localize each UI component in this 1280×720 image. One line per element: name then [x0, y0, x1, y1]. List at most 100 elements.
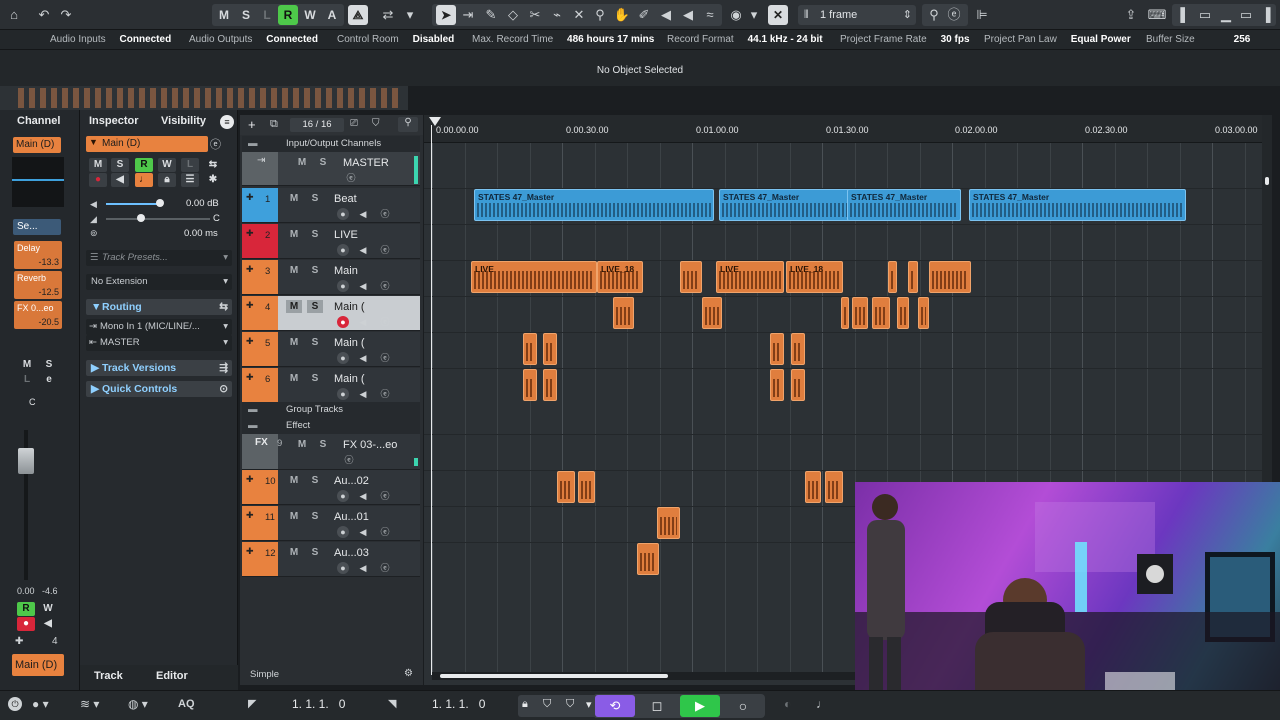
pan-knob[interactable] [137, 214, 145, 222]
audio-quantize[interactable]: AQ [178, 698, 195, 710]
folder-effect[interactable]: ▬ Effect [242, 418, 420, 434]
audio-event[interactable] [523, 333, 537, 365]
track-mute[interactable]: M [286, 372, 302, 385]
status-max-record-time[interactable]: Max. Record Time 486 hours 17 mins [472, 34, 654, 45]
volume-value[interactable]: 0.00 [17, 586, 35, 596]
record-enable-button[interactable]: ● [17, 617, 35, 631]
insert-delay[interactable]: Delay -13.3 [14, 241, 62, 269]
pencil-icon[interactable]: ✎ [481, 5, 501, 25]
inspector-pan[interactable]: C [213, 213, 220, 224]
audio-event[interactable] [770, 369, 784, 401]
track-solo[interactable]: S [315, 438, 331, 451]
punch-in-icon[interactable]: ⛉ [543, 698, 551, 711]
track-name[interactable]: Au...02 [334, 475, 369, 487]
audio-event[interactable] [523, 369, 537, 401]
folder-io-channels[interactable]: ▬ Input/Output Channels [242, 136, 420, 152]
punch-out-icon[interactable]: ⛉ [566, 698, 574, 711]
lock-icon[interactable]: 🔒︎ [522, 698, 528, 711]
audio-event[interactable] [805, 471, 821, 503]
audio-event[interactable]: LIVE_18 [597, 261, 643, 293]
solo-button[interactable]: S [40, 358, 58, 372]
waveform-icon[interactable]: ≋ ▾ [80, 697, 99, 711]
window-icon[interactable]: ▭ [1236, 5, 1256, 25]
track-name[interactable]: Beat [334, 193, 357, 205]
tab-editor[interactable]: Editor [156, 670, 188, 682]
record-enable-icon[interactable]: ● [337, 526, 349, 538]
collapse-icon[interactable]: ✚ [246, 510, 254, 521]
color-icon[interactable]: ◉ [726, 5, 746, 25]
inspector-solo[interactable]: S [111, 158, 129, 172]
track-solo[interactable]: S [307, 192, 323, 205]
e-icon[interactable]: ⓔ [944, 5, 964, 25]
track-list-mode[interactable]: Simple [250, 669, 279, 680]
inspector-lanes[interactable]: ☰ [181, 173, 199, 187]
routing-section[interactable]: ▼ Routing ⇆ [86, 299, 232, 315]
track-mute[interactable]: M [286, 264, 302, 277]
status-buffer-size[interactable]: Buffer Size 256 [1146, 34, 1250, 45]
ruler[interactable]: 0.00.00.00 0.00.30.00 0.01.00.00 0.01.30… [424, 115, 1272, 143]
insert-reverb[interactable]: Reverb -12.5 [14, 271, 62, 299]
edit-icon[interactable]: ⓔ [379, 490, 391, 502]
record-enable-icon[interactable]: ● [337, 352, 349, 364]
chevron-down-icon[interactable]: ▾ [744, 5, 764, 25]
input-routing-select[interactable]: ⇥ Mono In 1 (MIC/LINE/... ▾ [86, 319, 232, 335]
menu-icon[interactable]: ≡ [220, 115, 234, 129]
record-enable-icon[interactable]: ● [337, 562, 349, 574]
gear-icon[interactable]: ⚙ [404, 668, 413, 679]
status-audio-outputs[interactable]: Audio Outputs Connected [189, 34, 318, 45]
speaker-icon[interactable]: ◀ [656, 5, 676, 25]
metronome-icon[interactable]: ◍ ▾ [128, 697, 148, 711]
edit-icon[interactable]: ⓔ [379, 244, 391, 256]
monitor-icon[interactable]: ◀ [357, 388, 369, 400]
inspector-read[interactable]: R [135, 158, 153, 172]
extension-select[interactable]: No Extension ▾ [86, 274, 232, 290]
quick-controls-section[interactable]: ▶ Quick Controls ⊙ [86, 381, 232, 397]
right-locator[interactable]: 1. 1. 1. 0 [432, 697, 485, 711]
audio-event[interactable]: LIVE [716, 261, 784, 293]
track-mute[interactable]: M [294, 156, 310, 169]
track-solo[interactable]: S [307, 300, 323, 313]
record-enable-icon[interactable]: ● [337, 208, 349, 220]
inspector-delay[interactable]: 0.00 ms [184, 228, 218, 239]
record-enable-icon[interactable]: ● [337, 490, 349, 502]
output-routing-select[interactable]: ⇤ MASTER ▾ [86, 335, 232, 351]
write-automation-button[interactable]: W [300, 5, 320, 25]
undo-icon[interactable]: ↶ [34, 5, 54, 25]
stop-button[interactable]: ◻ [646, 695, 668, 717]
track-row[interactable]: ✚ 10 M S Au...02 ● ◀ ⓔ [242, 470, 420, 505]
inspector-monitor[interactable]: ◀ [111, 173, 129, 187]
monitor-icon[interactable]: ◐ [784, 697, 791, 711]
status-record-format[interactable]: Record Format 44.1 kHz - 24 bit [667, 34, 823, 45]
audio-event[interactable] [852, 297, 868, 329]
audio-event[interactable] [637, 543, 659, 575]
edit-button[interactable]: e [40, 373, 58, 387]
audio-event[interactable] [908, 261, 918, 293]
audio-event[interactable] [770, 333, 784, 365]
left-locator[interactable]: 1. 1. 1. 0 [292, 697, 345, 711]
track-presets-field[interactable]: Track Presets... ☰ ▾ [86, 250, 232, 266]
scroll-thumb[interactable] [1265, 177, 1269, 185]
write-button[interactable]: W [39, 602, 57, 616]
overview-line[interactable] [0, 86, 408, 110]
left-zone-icon[interactable]: ▌ [1175, 5, 1195, 25]
channel-name[interactable]: Main (D) [13, 137, 61, 153]
edit-icon[interactable]: ⓔ [379, 562, 391, 574]
audio-event[interactable] [680, 261, 702, 293]
inspector-volume[interactable]: 0.00 dB [186, 198, 219, 209]
audio-event[interactable] [543, 333, 557, 365]
inspector-io-icon[interactable]: ⇆ [204, 158, 222, 172]
track-solo[interactable]: S [307, 546, 323, 559]
pan-slider[interactable] [106, 218, 210, 220]
audio-event[interactable] [888, 261, 897, 293]
tab-visibility[interactable]: Visibility [161, 115, 206, 127]
keyboard-icon[interactable]: ⌨ [1147, 5, 1167, 25]
read-button[interactable]: R [17, 602, 35, 616]
left-locator-icon[interactable]: ◤ [248, 697, 256, 710]
track-solo[interactable]: S [307, 510, 323, 523]
bottom-zone-icon[interactable]: ▁ [1216, 5, 1236, 25]
edit-icon[interactable]: ⓔ [379, 280, 391, 292]
track-master[interactable]: ⇥ M S MASTER ⓔ [242, 152, 420, 186]
listen-button[interactable]: L [18, 373, 36, 387]
inspector-freeze[interactable]: ✱ [204, 173, 222, 187]
mute-all-button[interactable]: M [214, 5, 234, 25]
